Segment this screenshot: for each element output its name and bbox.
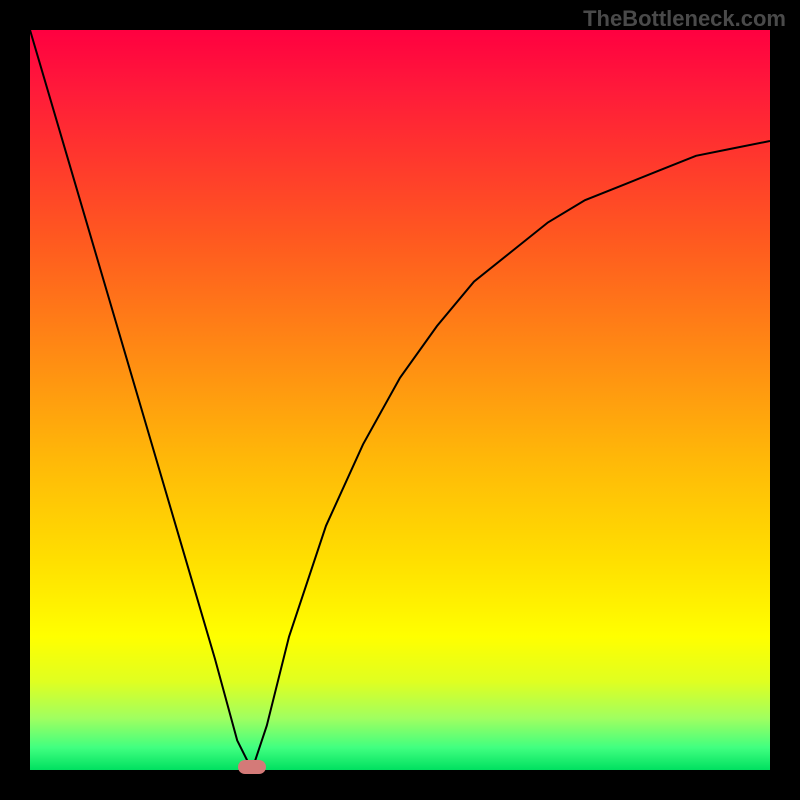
- curve-left-branch: [30, 30, 252, 770]
- chart-container: TheBottleneck.com: [0, 0, 800, 800]
- optimal-point-marker: [238, 760, 266, 774]
- watermark-text: TheBottleneck.com: [583, 6, 786, 32]
- plot-area: [30, 30, 770, 770]
- curve-right-branch: [252, 141, 770, 770]
- curve-layer: [30, 30, 770, 770]
